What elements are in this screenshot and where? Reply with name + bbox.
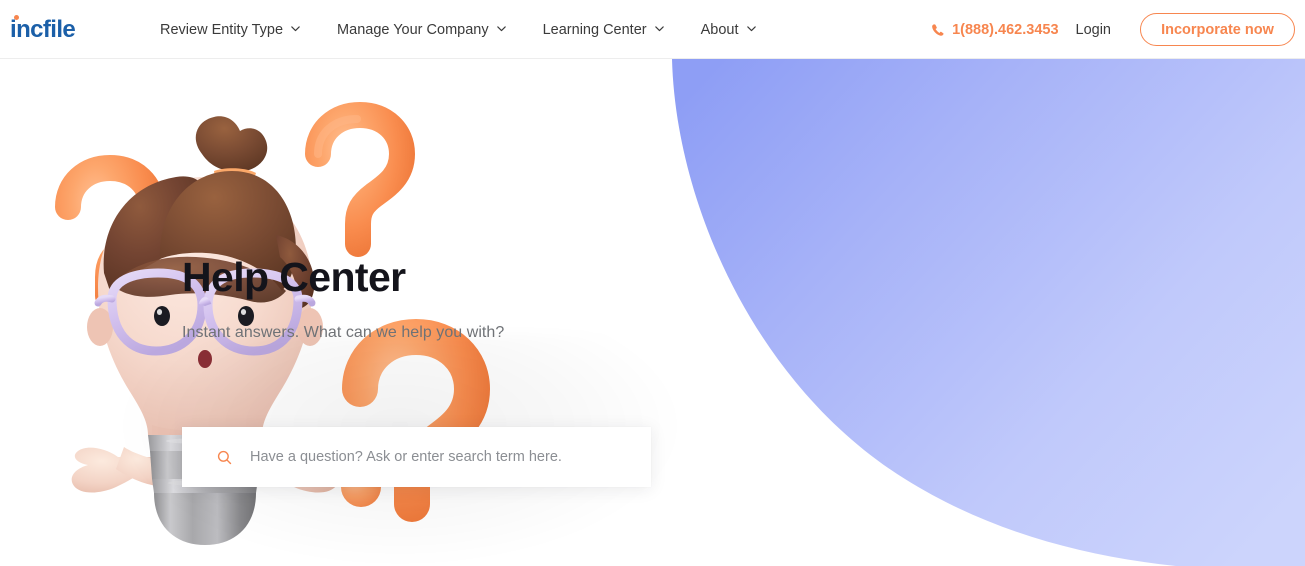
hero-text-block: Help Center Instant answers. What can we… <box>182 254 505 342</box>
incfile-logo[interactable]: incfile <box>10 15 76 43</box>
logo-text: incfile <box>10 16 76 43</box>
question-mark-top-right <box>305 101 416 257</box>
chevron-down-icon <box>654 23 664 32</box>
nav-item-label: Review Entity Type <box>160 21 284 38</box>
nav-item-manage-your-company[interactable]: Manage Your Company <box>337 21 506 38</box>
top-navigation-bar: incfile Review Entity Type Manage Your C… <box>0 0 1305 59</box>
chevron-down-icon <box>290 23 300 32</box>
incorporate-now-button[interactable]: Incorporate now <box>1140 13 1295 46</box>
search-icon <box>217 450 232 465</box>
phone-icon <box>931 23 945 37</box>
nav-item-label: Manage Your Company <box>337 21 489 38</box>
logo-dot-icon <box>13 15 19 20</box>
nav-item-label: Learning Center <box>542 21 647 38</box>
nav-right-actions: 1(888).462.3453 Login Incorporate now <box>931 0 1295 59</box>
page-title: Help Center <box>182 254 406 300</box>
chevron-down-icon <box>496 23 506 32</box>
phone-link[interactable]: 1(888).462.3453 <box>931 21 1059 38</box>
help-center-page: incfile Review Entity Type Manage Your C… <box>0 0 1305 566</box>
nav-item-review-entity-type[interactable]: Review Entity Type <box>160 21 300 38</box>
hero-section: Help Center Instant answers. What can we… <box>0 59 1305 566</box>
primary-nav-links: Review Entity Type Manage Your Company L… <box>160 0 756 59</box>
nav-item-about[interactable]: About <box>700 21 756 38</box>
help-search-box[interactable] <box>182 427 651 487</box>
search-input[interactable] <box>250 449 651 465</box>
login-link[interactable]: Login <box>1076 22 1111 38</box>
nav-item-label: About <box>700 21 739 38</box>
nav-item-learning-center[interactable]: Learning Center <box>542 21 664 38</box>
chevron-down-icon <box>746 23 756 32</box>
phone-number-label: 1(888).462.3453 <box>952 21 1059 38</box>
page-subtitle: Instant answers. What can we help you wi… <box>182 324 505 342</box>
